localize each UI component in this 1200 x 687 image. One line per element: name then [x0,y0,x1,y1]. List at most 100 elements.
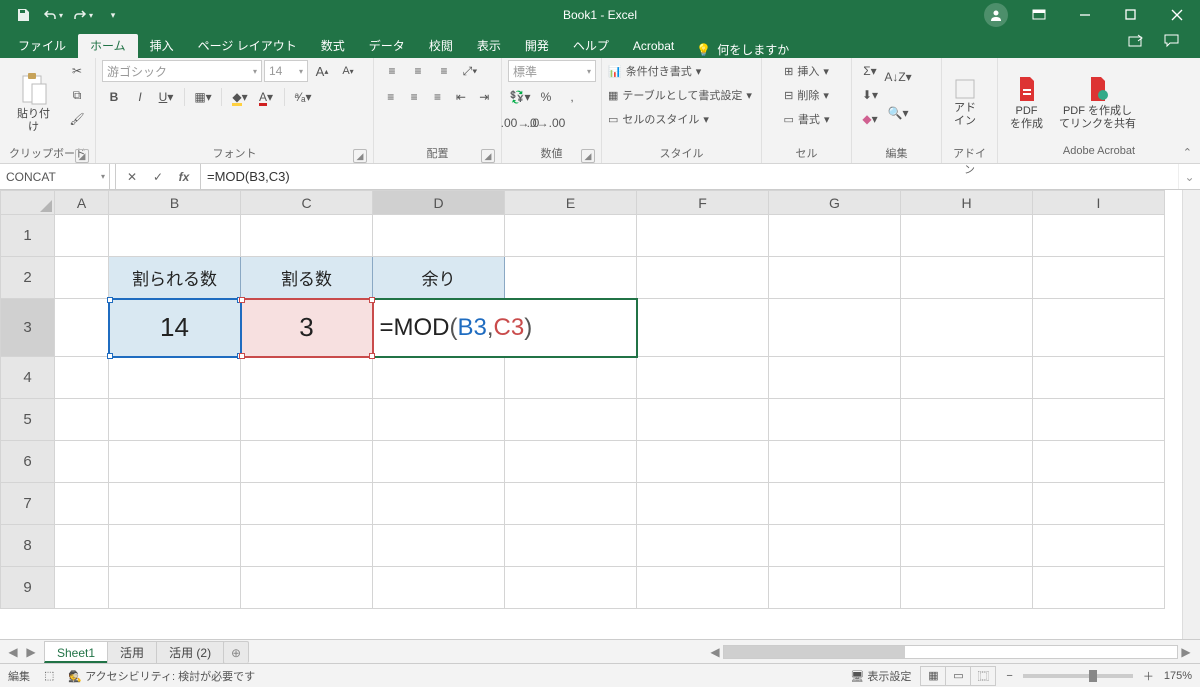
align-right-icon[interactable]: ≡ [427,86,448,108]
addins-button[interactable]: アド イン [948,60,982,145]
sheet-nav-next-icon[interactable]: ▶ [22,642,40,662]
collapse-ribbon-icon[interactable]: ⌃ [1183,146,1192,159]
cut-icon[interactable]: ✂ [65,60,89,82]
tab-review[interactable]: 校閲 [417,34,465,58]
col-header-F[interactable]: F [637,191,769,215]
range-handle-icon[interactable] [369,353,375,359]
share-pdf-button[interactable]: PDF を作成し てリンクを共有 [1053,60,1142,145]
hscroll-left-icon[interactable]: ◀ [707,645,723,659]
format-as-table-button[interactable]: ▦ テーブルとして書式設定 ▾ [608,84,755,106]
tab-help[interactable]: ヘルプ [561,34,621,58]
increase-indent-icon[interactable]: ⇥ [474,86,495,108]
worksheet-grid[interactable]: A B C D E F G H I 1 2 割られる数 割る数 余り [0,190,1182,639]
bold-icon[interactable]: B [102,86,126,108]
row-header-1[interactable]: 1 [1,215,55,257]
accessibility-status[interactable]: 🕵 アクセシビリティ: 検討が必要です [68,668,255,684]
tell-me[interactable]: 💡何をしますか [686,41,799,58]
row-header-5[interactable]: 5 [1,399,55,441]
select-all-corner[interactable] [1,191,55,215]
increase-font-icon[interactable]: A▴ [310,60,334,82]
hscroll-right-icon[interactable]: ▶ [1178,645,1194,659]
sheet-nav-prev-icon[interactable]: ◀ [4,642,22,662]
zoom-in-icon[interactable]: ＋ [1143,668,1154,684]
range-handle-icon[interactable] [239,297,245,303]
align-center-icon[interactable]: ≡ [403,86,424,108]
format-painter-icon[interactable]: 🖌 [65,108,89,130]
maximize-button[interactable] [1108,0,1154,30]
decrease-decimal-icon[interactable]: .0→.00 [534,112,558,134]
conditional-formatting-button[interactable]: 📊 条件付き書式 ▾ [608,60,755,82]
italic-icon[interactable]: I [128,86,152,108]
row-header-2[interactable]: 2 [1,257,55,299]
cell-B2[interactable]: 割られる数 [109,257,241,299]
range-handle-icon[interactable] [107,353,113,359]
sort-filter-icon[interactable]: A↓Z▾ [886,60,910,94]
minimize-button[interactable] [1062,0,1108,30]
close-button[interactable] [1154,0,1200,30]
row-header-4[interactable]: 4 [1,357,55,399]
clipboard-dialog-launcher[interactable]: ◢ [75,149,89,163]
tab-data[interactable]: データ [357,34,417,58]
vertical-scrollbar[interactable] [1182,190,1200,639]
row-header-6[interactable]: 6 [1,441,55,483]
row-header-3[interactable]: 3 [1,299,55,357]
tab-view[interactable]: 表示 [465,34,513,58]
font-dialog-launcher[interactable]: ◢ [353,149,367,163]
align-left-icon[interactable]: ≡ [380,86,401,108]
create-pdf-button[interactable]: PDF を作成 [1004,60,1049,145]
range-handle-icon[interactable] [369,297,375,303]
view-page-layout-icon[interactable]: ▭ [945,666,971,686]
insert-cells-button[interactable]: ⊞ 挿入 ▾ [768,60,845,82]
expand-formula-bar-icon[interactable]: ⌄ [1178,164,1200,189]
zoom-out-icon[interactable]: − [1006,670,1012,682]
redo-icon[interactable]: ▾ [70,2,96,28]
find-select-icon[interactable]: 🔍▾ [886,96,910,130]
font-name-combo[interactable]: 游ゴシック▾ [102,60,262,82]
col-header-E[interactable]: E [505,191,637,215]
name-box[interactable]: CONCAT▾ [0,164,110,189]
phonetic-icon[interactable]: ᵃ⁄ₐ▾ [291,86,315,108]
col-header-G[interactable]: G [769,191,901,215]
range-handle-icon[interactable] [239,353,245,359]
underline-icon[interactable]: U▾ [154,86,178,108]
share-button[interactable] [1118,34,1154,58]
decrease-indent-icon[interactable]: ⇤ [450,86,471,108]
cell-D2[interactable]: 余り [373,257,505,299]
paste-button[interactable]: 貼り付け [6,60,61,145]
sheet-tab-2[interactable]: 活用 [107,641,157,663]
sheet-tab-sheet1[interactable]: Sheet1 [44,641,108,663]
cell-styles-button[interactable]: ▭ セルのスタイル ▾ [608,108,755,130]
tab-insert[interactable]: 挿入 [138,34,186,58]
align-middle-icon[interactable]: ≡ [406,60,430,82]
col-header-I[interactable]: I [1033,191,1165,215]
orientation-icon[interactable]: ⤢▾ [458,60,482,82]
accounting-icon[interactable]: 💱▾ [508,86,532,108]
zoom-slider[interactable] [1023,674,1133,678]
row-header-7[interactable]: 7 [1,483,55,525]
range-handle-icon[interactable] [107,297,113,303]
fill-icon[interactable]: ⬇▾ [858,84,882,106]
fill-color-icon[interactable]: ◆▾ [228,86,252,108]
col-header-B[interactable]: B [109,191,241,215]
align-dialog-launcher[interactable]: ◢ [481,149,495,163]
number-format-combo[interactable]: 標準▾ [508,60,596,82]
view-normal-icon[interactable]: ▦ [920,666,946,686]
cancel-formula-icon[interactable]: ✕ [120,166,144,188]
enter-formula-icon[interactable]: ✓ [146,166,170,188]
zoom-level[interactable]: 175% [1164,670,1192,682]
tab-page-layout[interactable]: ページ レイアウト [186,34,309,58]
formula-input[interactable]: =MOD(B3,C3) [201,164,1178,189]
cell-C3[interactable]: 3 [241,299,373,357]
tab-formulas[interactable]: 数式 [309,34,357,58]
cell-D3-editing[interactable]: =MOD(B3,C3) [373,299,637,357]
decrease-font-icon[interactable]: A▾ [336,60,360,82]
percent-icon[interactable]: % [534,86,558,108]
undo-icon[interactable]: ▾ [40,2,66,28]
autosum-icon[interactable]: Σ▾ [858,60,882,82]
col-header-H[interactable]: H [901,191,1033,215]
row-header-9[interactable]: 9 [1,567,55,609]
tab-home[interactable]: ホーム [78,34,138,58]
delete-cells-button[interactable]: ⊟ 削除 ▾ [768,84,845,106]
number-dialog-launcher[interactable]: ◢ [581,149,595,163]
font-size-combo[interactable]: 14▾ [264,60,308,82]
